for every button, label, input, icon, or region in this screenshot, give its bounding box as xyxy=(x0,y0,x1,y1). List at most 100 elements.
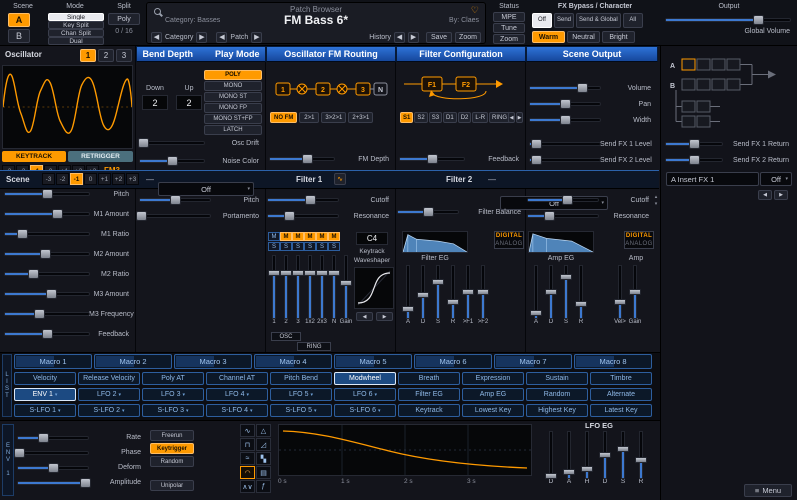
slider-handle[interactable] xyxy=(427,154,438,164)
param-slider[interactable] xyxy=(18,477,92,488)
slider-handle[interactable] xyxy=(14,447,26,458)
mod-source-button[interactable]: ENV 1 xyxy=(14,388,76,401)
lfo-shape-icon[interactable]: △ xyxy=(256,424,271,437)
mixer-channel-slider[interactable] xyxy=(304,256,316,318)
fx-bypass-option[interactable]: Send xyxy=(554,13,575,28)
lfo-shape-icon[interactable]: ▚ xyxy=(256,452,271,465)
slider-handle[interactable] xyxy=(581,465,593,472)
slider-handle[interactable] xyxy=(48,462,59,473)
filter1-subtype-dash[interactable]: — xyxy=(146,175,154,184)
slider-handle[interactable] xyxy=(302,154,314,164)
oscillator-waveform-display[interactable] xyxy=(2,65,133,149)
slider-handle[interactable] xyxy=(340,280,352,287)
eg-slider[interactable] xyxy=(462,266,474,318)
eg-slider[interactable] xyxy=(635,432,647,478)
slider-handle[interactable] xyxy=(46,289,58,299)
keytrack-toggle[interactable]: KEYTRACK xyxy=(2,151,66,162)
slider-handle[interactable] xyxy=(530,155,542,165)
slider-handle[interactable] xyxy=(33,309,45,319)
fx-insert-slot-label[interactable]: A Insert FX 1 xyxy=(666,172,759,186)
slider-handle[interactable] xyxy=(42,329,53,339)
param-slider[interactable] xyxy=(666,139,722,149)
param-slider[interactable] xyxy=(398,207,458,217)
mod-source-button[interactable]: Lowest Key xyxy=(462,404,524,417)
slider-handle[interactable] xyxy=(402,305,414,312)
retrigger-toggle[interactable]: RETRIGGER xyxy=(68,151,133,162)
slider-handle[interactable] xyxy=(563,469,575,476)
param-slider[interactable] xyxy=(270,154,334,164)
slider-handle[interactable] xyxy=(689,139,700,149)
mod-source-button[interactable]: S-LFO 2 xyxy=(78,404,140,417)
scene-octave-cell[interactable]: 0 xyxy=(84,173,97,185)
mod-source-button[interactable]: Modwheel xyxy=(334,372,396,385)
filter-analysis-icon[interactable]: ∿ xyxy=(334,173,346,185)
mode-option[interactable]: Single xyxy=(48,13,104,21)
mod-source-button[interactable]: LFO 5 xyxy=(270,388,332,401)
play-mode-option[interactable]: MONO xyxy=(204,81,262,91)
param-slider[interactable] xyxy=(528,211,598,221)
mod-source-button[interactable]: LFO 6 xyxy=(334,388,396,401)
slider-handle[interactable] xyxy=(545,289,557,295)
param-slider[interactable] xyxy=(5,289,89,299)
param-slider[interactable] xyxy=(268,195,338,205)
amp-eg-mode-switch[interactable]: DIGITAL ANALOG xyxy=(624,231,654,249)
mod-source-button[interactable]: Random xyxy=(526,388,588,401)
eg-slider[interactable] xyxy=(617,432,629,478)
param-slider[interactable] xyxy=(137,138,204,148)
mixer-mute-button[interactable]: M xyxy=(316,232,328,241)
macro-button[interactable]: Macro 7 xyxy=(494,354,572,369)
mod-source-button[interactable]: S-LFO 4 xyxy=(206,404,268,417)
mode-option[interactable]: Chan Split xyxy=(48,29,104,37)
slider-handle[interactable] xyxy=(167,156,178,166)
mixer-mute-button[interactable]: M xyxy=(268,232,280,241)
lfo-shape-icon[interactable]: ∿ xyxy=(240,424,255,437)
slider-track[interactable] xyxy=(550,432,552,478)
mixer-mute-button[interactable]: M xyxy=(304,232,316,241)
lfo-shape-icon[interactable]: ƒ xyxy=(256,480,271,493)
slider-track[interactable] xyxy=(140,215,210,217)
filter-eg-mode-switch[interactable]: DIGITAL ANALOG xyxy=(494,231,524,249)
eg-slider[interactable] xyxy=(530,266,542,318)
filter-config-option[interactable]: D2 xyxy=(457,112,472,123)
mixer-solo-button[interactable]: S xyxy=(316,242,328,251)
param-slider[interactable] xyxy=(5,209,89,219)
slider-handle[interactable] xyxy=(629,289,641,295)
eg-slider[interactable] xyxy=(575,266,587,318)
unipolar-toggle[interactable]: Unipolar xyxy=(150,480,194,491)
mixer-solo-button[interactable]: S xyxy=(280,242,292,251)
amp-eg-display[interactable] xyxy=(528,231,594,253)
scene-octave-cell[interactable]: -1 xyxy=(70,173,83,185)
macro-button[interactable]: Macro 6 xyxy=(414,354,492,369)
mod-source-button[interactable]: Expression xyxy=(462,372,524,385)
param-slider[interactable] xyxy=(530,139,600,149)
slider-handle[interactable] xyxy=(545,473,557,480)
fm-routing-option[interactable]: 2>1 xyxy=(299,112,320,123)
lfo-trigger-option[interactable]: Freerun xyxy=(150,430,194,441)
scene-octave-cell[interactable]: -3 xyxy=(42,173,55,185)
filter-config-option[interactable]: L-R xyxy=(472,112,489,123)
filter-config-next-icon[interactable]: ▶ xyxy=(516,112,523,123)
mod-source-button[interactable]: S-LFO 6 xyxy=(334,404,396,417)
filter-config-prev-icon[interactable]: ◀ xyxy=(508,112,515,123)
mod-source-button[interactable]: S-LFO 1 xyxy=(14,404,76,417)
fx-prev-icon[interactable]: ◀ xyxy=(758,190,772,200)
filter-config-option[interactable]: RING xyxy=(489,112,511,123)
mod-source-button[interactable]: S-LFO 5 xyxy=(270,404,332,417)
fx-bypass-option[interactable]: All xyxy=(622,13,643,28)
filter-config-option[interactable]: S3 xyxy=(428,112,443,123)
macro-button[interactable]: Macro 8 xyxy=(574,354,652,369)
param-slider[interactable] xyxy=(5,309,89,319)
slider-handle[interactable] xyxy=(328,270,340,277)
filter-config-diagram[interactable]: F1 F2 xyxy=(402,68,520,108)
slider-handle[interactable] xyxy=(447,299,459,306)
slider-handle[interactable] xyxy=(752,15,764,25)
slider-handle[interactable] xyxy=(530,139,542,149)
lfo-shape-icon[interactable]: ◠ xyxy=(240,466,255,479)
mixer-channel-slider[interactable] xyxy=(328,256,340,318)
mixer-channel-slider[interactable] xyxy=(280,256,292,318)
character-option[interactable]: Neutral xyxy=(567,31,600,43)
slider-handle[interactable] xyxy=(80,477,92,488)
lfo-shape-icon[interactable]: ▤ xyxy=(256,466,271,479)
bend-up-value[interactable]: 2 xyxy=(176,95,202,110)
analog-mode-option[interactable]: ANALOG xyxy=(495,240,523,248)
